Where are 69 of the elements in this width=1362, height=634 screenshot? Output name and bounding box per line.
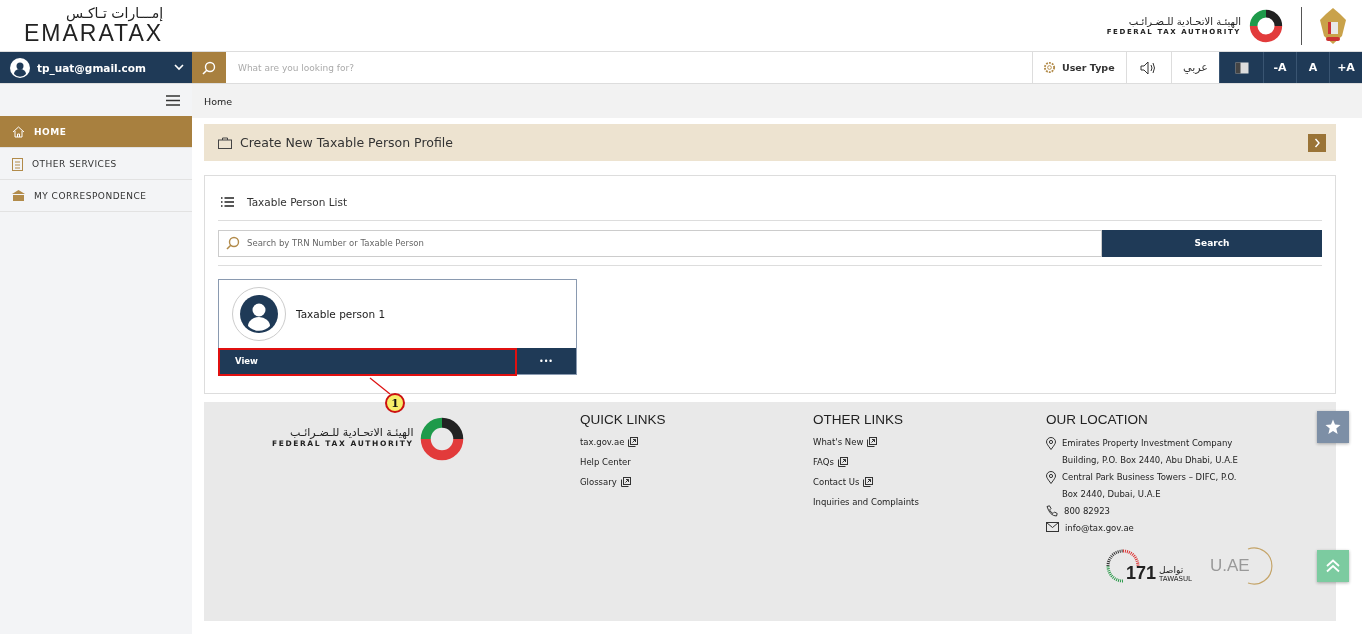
location-text: Box 2440, Dubai, U.A.E <box>1062 488 1162 500</box>
footer-link[interactable]: FAQs <box>813 457 834 467</box>
favorite-button[interactable] <box>1317 411 1349 443</box>
location-text: Building, P.O. Box 2440, Abu Dhabi, U.A.E <box>1062 454 1238 466</box>
external-link-icon <box>628 437 639 447</box>
person-search-field[interactable]: Search by TRN Number or Taxable Person <box>218 229 1102 257</box>
font-size-button[interactable]: +A <box>1329 52 1362 83</box>
menu-icon[interactable] <box>166 94 180 106</box>
search-button[interactable]: Search <box>1102 229 1322 257</box>
person-name: Taxable person 1 <box>296 308 386 320</box>
tawasul-number: 171 <box>1126 563 1157 583</box>
sidebar-item[interactable]: MY CORRESPONDENCE <box>0 180 192 212</box>
mail-icon <box>1046 522 1059 532</box>
avatar-icon <box>10 57 30 78</box>
footer-link[interactable]: Glossary <box>580 477 617 487</box>
home-icon <box>12 125 25 138</box>
search-icon <box>226 235 240 250</box>
briefcase-icon <box>218 136 232 149</box>
phone-icon <box>1046 505 1058 517</box>
uae-logo-text: U.AE <box>1210 556 1250 576</box>
scroll-top-button[interactable] <box>1317 550 1349 582</box>
location-text: 800 82923 <box>1064 505 1110 517</box>
emblem-icon <box>1318 5 1348 46</box>
banner-title: Create New Taxable Person Profile <box>240 135 454 150</box>
font-size-button[interactable]: -A <box>1263 52 1296 83</box>
user-menu[interactable]: tp_uat@gmail.com <box>0 52 192 83</box>
emaratax-logo-text: EMARATAX <box>24 21 164 46</box>
footer-heading: OUR LOCATION <box>1046 412 1149 427</box>
footer-heading: QUICK LINKS <box>580 412 667 427</box>
footer-heading: OTHER LINKS <box>813 412 905 427</box>
double-chevron-up-icon <box>1326 559 1340 573</box>
sidebar-item[interactable]: OTHER SERVICES <box>0 148 192 180</box>
building-icon <box>12 189 25 202</box>
location-pin-icon <box>1046 437 1056 450</box>
external-link-icon <box>867 437 878 447</box>
list-icon <box>221 197 234 207</box>
speaker-icon <box>1140 60 1158 75</box>
footer-link[interactable]: Help Center <box>580 457 631 467</box>
contrast-button[interactable] <box>1219 52 1263 83</box>
tawasul-arabic: تواصل <box>1159 565 1184 575</box>
location-text: Central Park Business Towers – DIFC, P.O. <box>1062 471 1237 483</box>
leader-line <box>369 377 391 395</box>
create-profile-banner[interactable]: Create New Taxable Person Profile <box>204 124 1336 161</box>
font-size-button[interactable]: A <box>1296 52 1329 83</box>
sidebar-item[interactable]: HOME <box>0 116 192 148</box>
external-link-icon <box>863 477 874 487</box>
search-button[interactable] <box>192 52 226 83</box>
clipboard-icon <box>12 156 23 171</box>
location-text: info@tax.gov.ae <box>1065 522 1134 534</box>
breadcrumb-link[interactable]: Home <box>204 95 233 107</box>
location-pin-icon <box>1046 471 1056 484</box>
external-link-icon <box>620 477 631 487</box>
chevron-down-icon <box>174 64 184 71</box>
footer-link[interactable]: Inquiries and Complaints <box>813 497 919 507</box>
logo-arabic-text: إمـــارات تـاكـس <box>66 5 164 21</box>
location-text: Emirates Property Investment Company <box>1062 437 1234 449</box>
footer-link[interactable]: What's New <box>813 437 864 447</box>
search-icon <box>202 60 216 75</box>
contrast-icon <box>1234 61 1249 74</box>
external-link-icon <box>837 457 848 467</box>
arrow-right-icon[interactable] <box>1308 133 1326 152</box>
authority-arabic-name: الهيئـة الاتحـادية للـضـرائـب <box>290 426 414 439</box>
footer-link[interactable]: Contact Us <box>813 477 860 487</box>
step-number: 1 <box>385 393 405 413</box>
authority-arabic-name: الهيئـة الاتحـادية للـضـرائـب <box>1128 15 1241 28</box>
settings-icon <box>1043 61 1056 74</box>
footer-link[interactable]: tax.gov.ae <box>580 437 625 447</box>
panel-title: Taxable Person List <box>247 196 348 208</box>
star-icon <box>1325 419 1341 435</box>
